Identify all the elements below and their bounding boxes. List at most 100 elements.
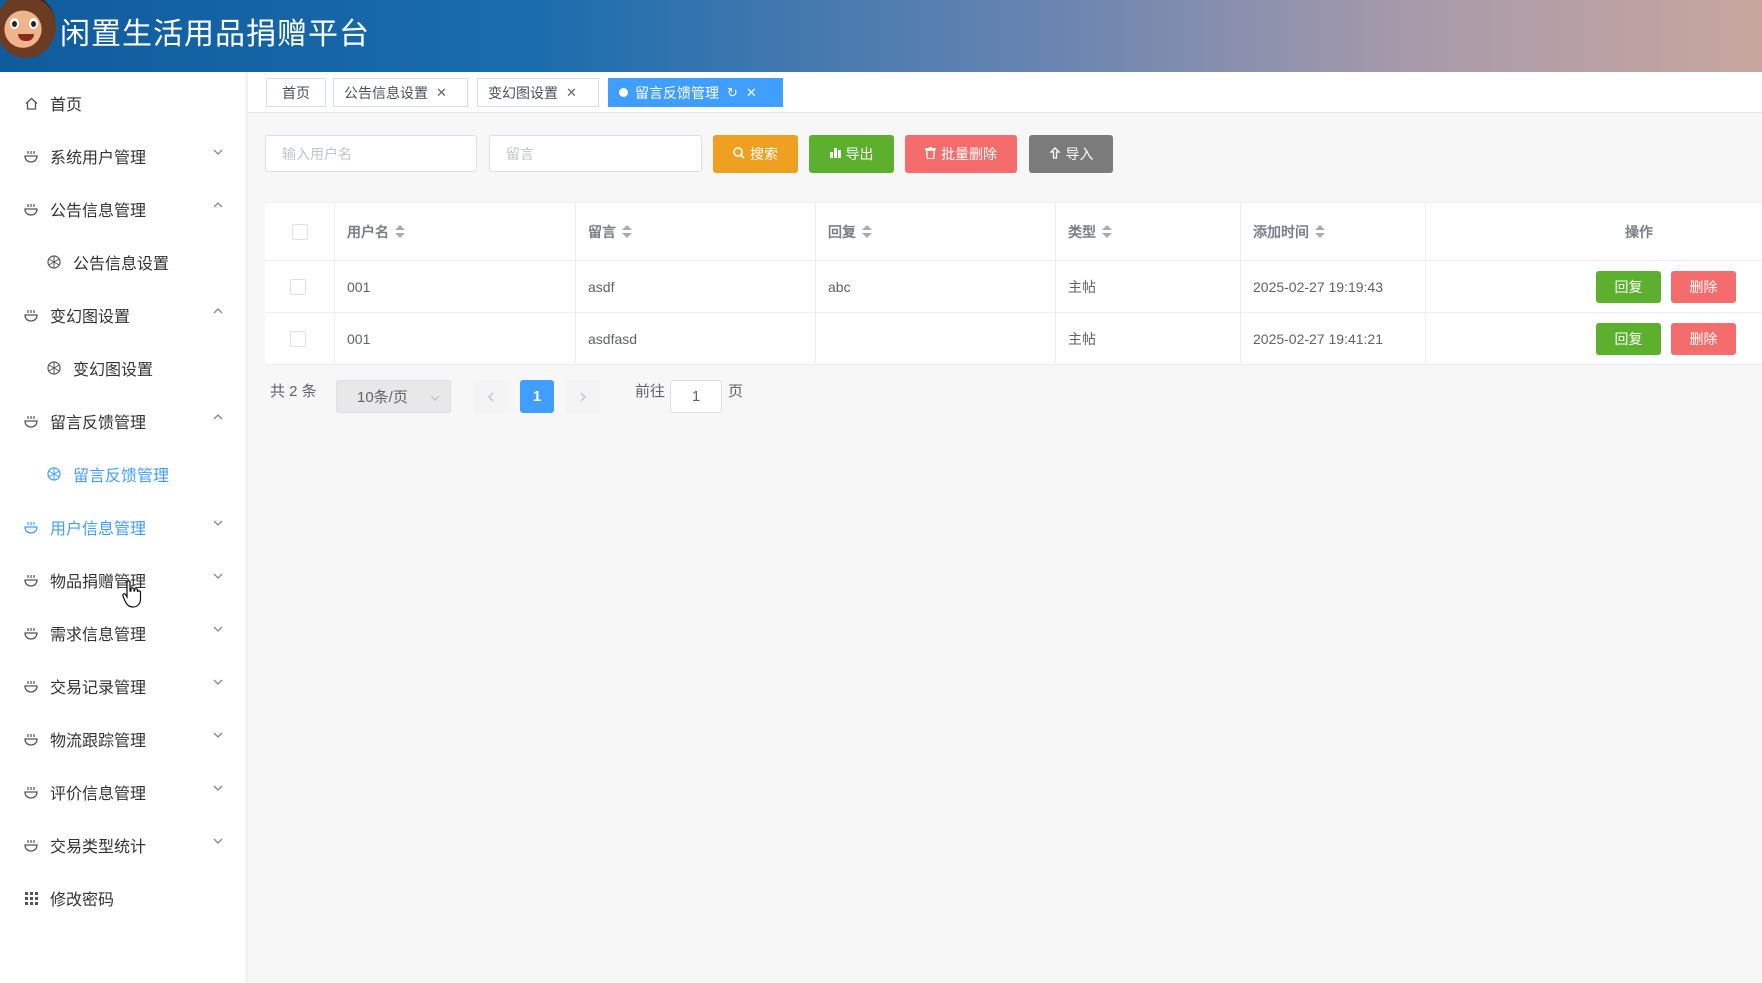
page-size-select[interactable]: 10条/页 xyxy=(336,380,451,413)
sidebar-item[interactable]: 公告信息管理 xyxy=(0,188,247,230)
column-label: 留言 xyxy=(588,223,616,240)
column-label: 操作 xyxy=(1625,223,1653,240)
tab-announcement-settings[interactable]: 公告信息设置 ✕ xyxy=(333,78,468,107)
prev-page-button[interactable] xyxy=(474,380,508,413)
pagination-total: 共 2 条 xyxy=(270,383,317,400)
chevron-down-icon xyxy=(213,624,223,634)
next-page-button[interactable] xyxy=(566,380,600,413)
close-icon[interactable]: ✕ xyxy=(746,85,757,101)
chevron-up-icon xyxy=(213,200,223,210)
sidebar-item-label: 交易类型统计 xyxy=(50,839,147,856)
reply-button[interactable]: 回复 xyxy=(1596,271,1661,303)
column-header-reply[interactable]: 回复 xyxy=(816,203,1056,260)
bowl-icon xyxy=(23,413,39,429)
column-header-type[interactable]: 类型 xyxy=(1056,203,1241,260)
home-icon xyxy=(23,95,39,111)
page-number-current[interactable]: 1 xyxy=(520,380,554,413)
close-icon[interactable]: ✕ xyxy=(566,85,577,101)
column-header-message[interactable]: 留言 xyxy=(576,203,816,260)
row-checkbox[interactable] xyxy=(290,278,306,295)
sidebar-item[interactable]: 评价信息管理 xyxy=(0,771,247,813)
sidebar: 首页 系统用户管理 公告信息管理 公告信息设置 变幻图设置 变幻图设置 留言反馈管理 留言反馈… xyxy=(0,72,247,983)
refresh-icon[interactable]: ↻ xyxy=(727,85,738,101)
hand-cursor-icon xyxy=(122,580,142,608)
table-row: 001 asdf abc 主帖 2025-02-27 19:19:43 回复 删… xyxy=(265,261,1762,313)
column-header-time[interactable]: 添加时间 xyxy=(1241,203,1426,260)
active-dot-icon xyxy=(619,88,628,97)
delete-button[interactable]: 删除 xyxy=(1671,271,1736,303)
tab-carousel-settings[interactable]: 变幻图设置 ✕ xyxy=(477,78,599,107)
sidebar-item[interactable]: 留言反馈管理 xyxy=(0,400,247,442)
cell-type: 主帖 xyxy=(1056,313,1241,364)
username-search-input[interactable] xyxy=(265,135,477,172)
chevron-down-icon xyxy=(213,147,223,157)
sidebar-item[interactable]: 需求信息管理 xyxy=(0,612,247,654)
page-size-value: 10条/页 xyxy=(357,389,408,406)
tab-label: 变幻图设置 xyxy=(488,84,558,101)
bowl-icon xyxy=(23,307,39,323)
export-button[interactable]: 导出 xyxy=(809,135,894,173)
message-search-input[interactable] xyxy=(489,135,702,172)
column-label: 回复 xyxy=(828,223,856,240)
sidebar-item-label: 评价信息管理 xyxy=(50,786,147,803)
sidebar-item[interactable]: 变幻图设置 xyxy=(0,294,247,336)
bowl-icon xyxy=(23,837,39,853)
sort-icon[interactable] xyxy=(1102,224,1112,239)
sidebar-item[interactable]: 变幻图设置 xyxy=(0,347,247,389)
sort-icon[interactable] xyxy=(395,224,405,239)
bowl-icon xyxy=(23,784,39,800)
sidebar-item-label: 系统用户管理 xyxy=(50,150,147,167)
sidebar-item[interactable]: 公告信息设置 xyxy=(0,241,247,283)
chevron-down-icon xyxy=(213,677,223,687)
select-all-cell xyxy=(265,203,335,260)
sidebar-item-label: 交易记录管理 xyxy=(50,680,147,697)
chevron-down-icon xyxy=(430,390,440,407)
sidebar-item[interactable]: 用户信息管理 xyxy=(0,506,247,548)
chevron-down-icon xyxy=(213,518,223,528)
search-button[interactable]: 搜索 xyxy=(713,135,798,173)
sidebar-item-label: 变幻图设置 xyxy=(73,362,154,379)
cell-time: 2025-02-27 19:19:43 xyxy=(1241,261,1426,312)
app-header: 闲置生活用品捐赠平台 xyxy=(0,0,1762,72)
close-icon[interactable]: ✕ xyxy=(436,85,447,101)
sidebar-item[interactable]: 交易记录管理 xyxy=(0,665,247,707)
sidebar-item[interactable]: 留言反馈管理 xyxy=(0,453,247,495)
goto-page-input[interactable] xyxy=(670,380,722,413)
aperture-icon xyxy=(46,466,62,482)
tab-home[interactable]: 首页 xyxy=(266,78,326,107)
reply-button[interactable]: 回复 xyxy=(1596,323,1661,355)
import-button[interactable]: 导入 xyxy=(1029,135,1113,173)
sidebar-item[interactable]: 修改密码 xyxy=(0,877,247,919)
sidebar-item-label: 物流跟踪管理 xyxy=(50,733,147,750)
app-title: 闲置生活用品捐赠平台 xyxy=(60,17,370,52)
tab-label: 首页 xyxy=(282,84,310,101)
bowl-icon xyxy=(23,519,39,535)
sidebar-item[interactable]: 首页 xyxy=(0,82,247,124)
cell-time: 2025-02-27 19:41:21 xyxy=(1241,313,1426,364)
row-select-cell xyxy=(265,261,335,312)
sidebar-item[interactable]: 交易类型统计 xyxy=(0,824,247,866)
sort-icon[interactable] xyxy=(1315,224,1325,239)
sort-icon[interactable] xyxy=(622,224,632,239)
row-checkbox[interactable] xyxy=(290,330,306,347)
bowl-icon xyxy=(23,731,39,747)
sort-icon[interactable] xyxy=(862,224,872,239)
delete-button[interactable]: 删除 xyxy=(1671,323,1736,355)
sidebar-item-label: 变幻图设置 xyxy=(50,309,131,326)
sidebar-item[interactable]: 系统用户管理 xyxy=(0,135,247,177)
bar-chart-icon xyxy=(829,147,841,161)
batch-delete-button[interactable]: 批量删除 xyxy=(905,135,1017,173)
column-header-actions: 操作 xyxy=(1426,203,1762,260)
cell-actions: 回复 删除 xyxy=(1426,261,1762,312)
column-header-username[interactable]: 用户名 xyxy=(335,203,576,260)
row-select-cell xyxy=(265,313,335,364)
chevron-up-icon xyxy=(213,412,223,422)
sidebar-item[interactable]: 物流跟踪管理 xyxy=(0,718,247,760)
grid-icon xyxy=(23,890,39,906)
cell-username: 001 xyxy=(335,313,576,364)
tab-feedback-management[interactable]: 留言反馈管理 ↻ ✕ xyxy=(608,78,783,107)
export-label: 导出 xyxy=(845,146,874,162)
select-all-checkbox[interactable] xyxy=(292,223,308,240)
import-label: 导入 xyxy=(1065,146,1094,162)
cell-username: 001 xyxy=(335,261,576,312)
